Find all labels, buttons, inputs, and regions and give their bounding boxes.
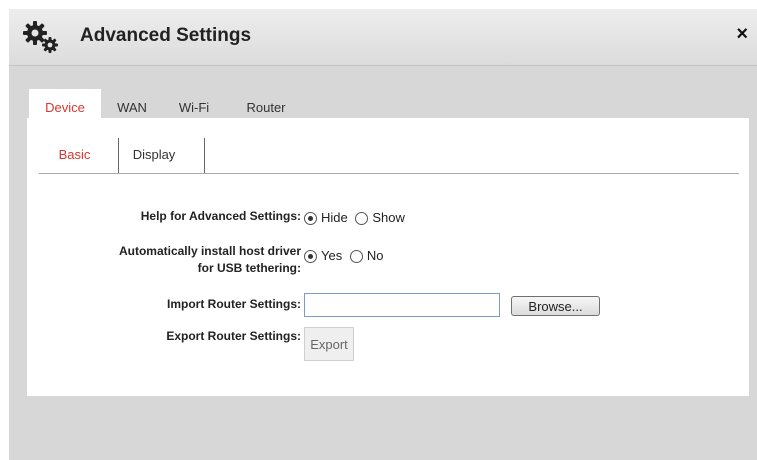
import-file-input[interactable] [304, 293, 500, 317]
help-show-radio[interactable] [355, 212, 369, 226]
help-label: Help for Advanced Settings: [140, 209, 301, 223]
dialog-titlebar: Advanced Settings × [9, 9, 757, 66]
close-icon[interactable]: × [736, 23, 748, 46]
subtab-display[interactable]: Display [125, 138, 183, 182]
usb-driver-label-line1: Automatically install host driver [118, 244, 301, 258]
export-label: Export Router Settings: [166, 329, 301, 343]
usb-no-radio[interactable] [349, 250, 363, 264]
help-hide-label[interactable]: Hide [321, 210, 348, 225]
usb-no-label[interactable]: No [367, 248, 384, 263]
help-hide-radio[interactable] [304, 212, 317, 226]
device-panel: Basic Display Help for Advanced Settings… [27, 118, 749, 396]
help-radio-group: Hide Show [304, 210, 405, 226]
help-show-label[interactable]: Show [372, 210, 405, 225]
subtab-underline [39, 173, 739, 174]
usb-driver-label: Automatically install host driver for US… [119, 243, 301, 277]
import-label: Import Router Settings: [167, 297, 301, 311]
subtab-basic[interactable]: Basic [47, 138, 102, 182]
usb-yes-radio[interactable] [304, 250, 317, 264]
subtab-divider [204, 138, 205, 174]
subtab-divider [118, 138, 119, 174]
advanced-settings-dialog: Advanced Settings × Device WAN Wi-Fi Rou… [9, 9, 757, 460]
browse-button[interactable]: Browse... [511, 296, 600, 316]
dialog-title: Advanced Settings [80, 25, 252, 46]
usb-driver-label-line2: for USB tethering: [197, 261, 301, 275]
export-button[interactable]: Export [304, 327, 354, 361]
usb-radio-group: Yes No [304, 248, 384, 264]
usb-yes-label[interactable]: Yes [321, 248, 342, 263]
gears-icon [23, 21, 58, 53]
